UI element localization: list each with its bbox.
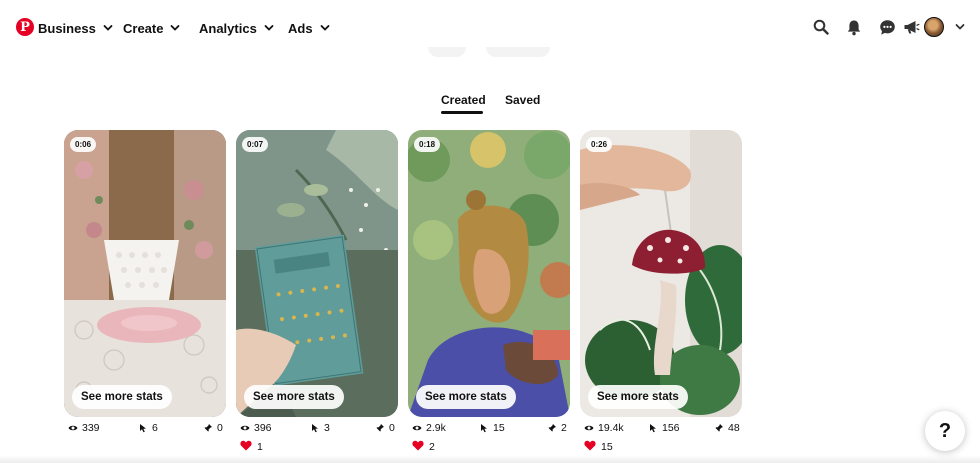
video-duration-badge: 0:07 bbox=[242, 137, 269, 152]
pin-save-icon bbox=[203, 423, 213, 433]
heart-icon bbox=[412, 440, 424, 454]
clicks-metric: 6 bbox=[138, 422, 158, 434]
views-metric: 339 bbox=[68, 422, 100, 434]
eye-icon bbox=[584, 423, 594, 433]
pin-thumbnail-milk-glass-vase bbox=[64, 130, 226, 417]
help-button[interactable]: ? bbox=[925, 411, 965, 451]
video-duration-badge: 0:26 bbox=[586, 137, 613, 152]
chevron-down-icon bbox=[170, 23, 180, 33]
pin-save-icon bbox=[375, 423, 385, 433]
clicks-count: 6 bbox=[152, 422, 158, 434]
nav-create-label: Create bbox=[123, 20, 164, 36]
chevron-down-icon bbox=[320, 23, 330, 33]
clicks-count: 15 bbox=[493, 422, 505, 434]
clicks-count: 3 bbox=[324, 422, 330, 434]
pin-card[interactable]: 0:26 See more stats bbox=[580, 130, 742, 417]
video-duration-badge: 0:18 bbox=[414, 137, 441, 152]
click-icon bbox=[138, 423, 148, 433]
nav-business-label: Business bbox=[38, 20, 96, 36]
saves-metric: 2 bbox=[547, 422, 567, 434]
pin-save-icon bbox=[714, 423, 724, 433]
click-icon bbox=[479, 423, 489, 433]
background-pill bbox=[486, 47, 550, 57]
see-more-stats-button[interactable]: See more stats bbox=[72, 385, 172, 409]
messages-icon[interactable] bbox=[874, 14, 900, 40]
eye-icon bbox=[240, 423, 250, 433]
eye-icon bbox=[68, 423, 78, 433]
avatar[interactable] bbox=[924, 17, 944, 37]
background-pill bbox=[428, 47, 466, 57]
saves-count: 2 bbox=[561, 422, 567, 434]
saves-metric: 0 bbox=[203, 422, 223, 434]
saves-count: 48 bbox=[728, 422, 740, 434]
see-more-stats-button[interactable]: See more stats bbox=[244, 385, 344, 409]
see-more-stats-button[interactable]: See more stats bbox=[416, 385, 516, 409]
saves-count: 0 bbox=[389, 422, 395, 434]
tab-created[interactable]: Created bbox=[441, 93, 486, 107]
reactions-metric: 2 bbox=[412, 440, 435, 454]
views-metric: 396 bbox=[240, 422, 272, 434]
tab-saved[interactable]: Saved bbox=[505, 93, 540, 107]
click-icon bbox=[310, 423, 320, 433]
heart-icon bbox=[584, 440, 596, 454]
see-more-stats-button[interactable]: See more stats bbox=[588, 385, 688, 409]
nav-ads-menu[interactable]: Ads bbox=[288, 19, 330, 37]
saves-metric: 0 bbox=[375, 422, 395, 434]
click-icon bbox=[648, 423, 658, 433]
pin-thumbnail-watercolor-portrait bbox=[408, 130, 570, 417]
clicks-metric: 3 bbox=[310, 422, 330, 434]
views-count: 339 bbox=[82, 422, 100, 434]
views-metric: 19.4k bbox=[584, 422, 624, 434]
reactions-count: 1 bbox=[257, 441, 263, 453]
nav-business-menu[interactable]: Business bbox=[38, 19, 113, 37]
saves-metric: 48 bbox=[714, 422, 740, 434]
pin-card[interactable]: 0:18 See more stats bbox=[408, 130, 570, 417]
views-count: 396 bbox=[254, 422, 272, 434]
views-count: 2.9k bbox=[426, 422, 446, 434]
clicks-metric: 156 bbox=[648, 422, 680, 434]
bottom-edge-shadow bbox=[0, 455, 980, 463]
pin-thumbnail-vintage-book bbox=[236, 130, 398, 417]
notifications-bell-icon[interactable] bbox=[841, 14, 867, 40]
nav-ads-label: Ads bbox=[288, 20, 313, 36]
chevron-down-icon bbox=[264, 23, 274, 33]
reactions-count: 2 bbox=[429, 441, 435, 453]
reactions-metric: 1 bbox=[240, 440, 263, 454]
account-chevron-icon[interactable] bbox=[947, 14, 973, 40]
pinterest-logo[interactable]: P bbox=[16, 18, 34, 36]
views-metric: 2.9k bbox=[412, 422, 446, 434]
pin-thumbnail-felt-mushroom bbox=[580, 130, 742, 417]
nav-create-menu[interactable]: Create bbox=[123, 19, 180, 37]
pin-card[interactable]: 0:06 See more stats bbox=[64, 130, 226, 417]
chevron-down-icon bbox=[103, 23, 113, 33]
nav-analytics-menu[interactable]: Analytics bbox=[199, 19, 274, 37]
nav-analytics-label: Analytics bbox=[199, 20, 257, 36]
reactions-metric: 15 bbox=[584, 440, 613, 454]
eye-icon bbox=[412, 423, 422, 433]
video-duration-badge: 0:06 bbox=[70, 137, 97, 152]
views-count: 19.4k bbox=[598, 422, 624, 434]
search-icon[interactable] bbox=[808, 14, 834, 40]
megaphone-icon[interactable] bbox=[898, 14, 924, 40]
heart-icon bbox=[240, 440, 252, 454]
saves-count: 0 bbox=[217, 422, 223, 434]
clicks-metric: 15 bbox=[479, 422, 505, 434]
pin-card[interactable]: 0:07 See more stats bbox=[236, 130, 398, 417]
top-navigation-bar: P Business Create Analytics Ads bbox=[0, 0, 980, 54]
active-tab-indicator bbox=[441, 111, 483, 114]
reactions-count: 15 bbox=[601, 441, 613, 453]
pin-save-icon bbox=[547, 423, 557, 433]
clicks-count: 156 bbox=[662, 422, 680, 434]
